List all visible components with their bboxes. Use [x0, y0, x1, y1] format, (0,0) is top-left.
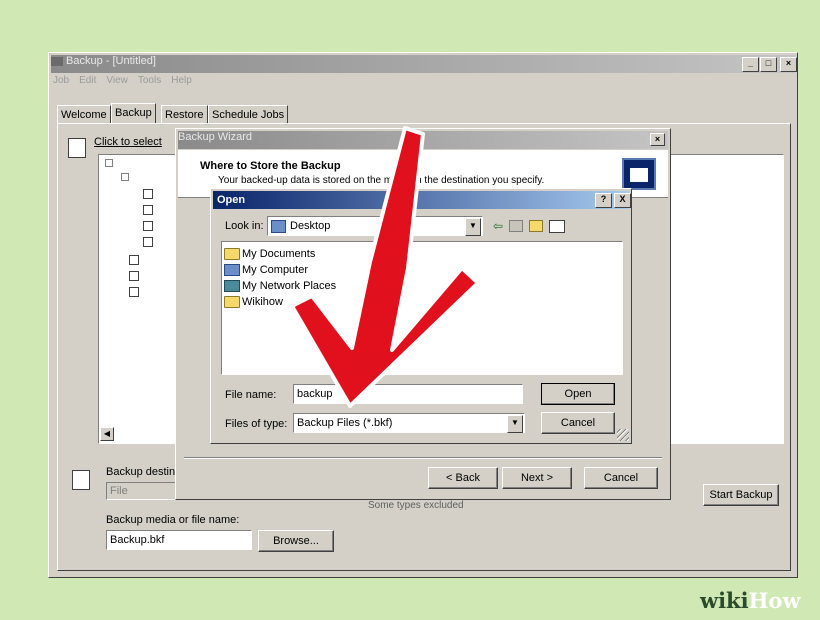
- watermark-how: How: [748, 588, 801, 613]
- watermark-wiki: wiki: [700, 588, 749, 613]
- wikihow-watermark: wikiHow: [700, 588, 801, 613]
- red-arrow-shape: [290, 126, 480, 408]
- red-arrow-annotation: [290, 126, 480, 408]
